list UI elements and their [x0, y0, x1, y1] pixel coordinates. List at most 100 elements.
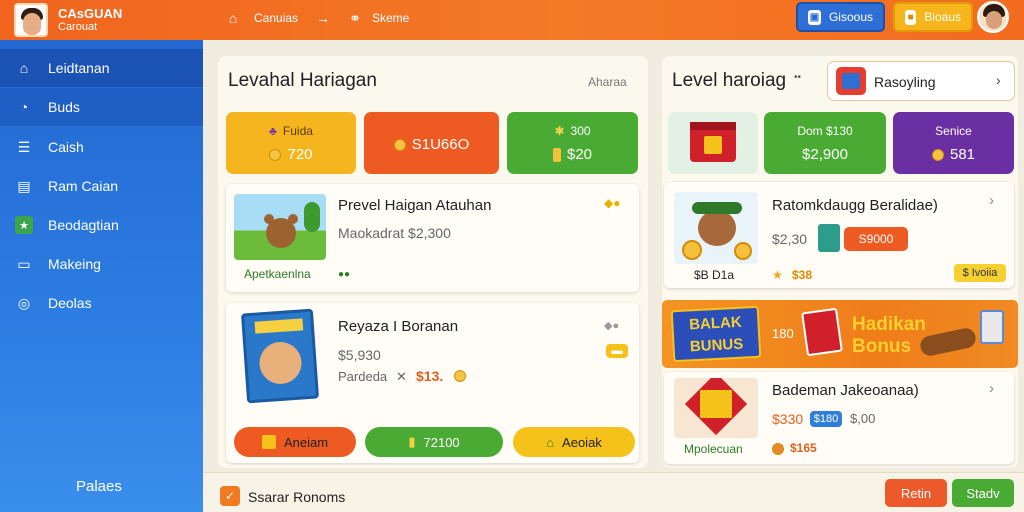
stat-value: $2,900 — [802, 146, 848, 163]
dots-icon: ●● — [338, 269, 351, 280]
dropdown-value: Rasoyling — [874, 74, 936, 90]
gift-box-icon — [836, 67, 866, 95]
retin-button[interactable]: Retin — [885, 479, 947, 507]
key-icon[interactable]: ◆● — [604, 196, 620, 210]
badge-icon: ★ — [15, 216, 33, 234]
compass-icon: ◔ — [19, 99, 29, 115]
check-icon: ✓ — [220, 486, 240, 506]
user-avatar[interactable] — [977, 1, 1009, 33]
stat-value: 581 — [949, 146, 976, 163]
btn-label: Aneiam — [283, 434, 329, 450]
stady-button[interactable]: Stadv — [952, 479, 1014, 507]
reward-card[interactable]: Ratomkdaugg Beralidae) $2,30 S9000 $B D1… — [664, 182, 1014, 288]
bars-icon: ▮ — [408, 434, 416, 449]
close-icon: ✕ — [396, 369, 407, 384]
stat-tile-purple[interactable]: Senice 581 — [893, 112, 1014, 174]
yellow-action-button[interactable]: ■ Bioaus — [893, 2, 973, 32]
stat-tile-yellow[interactable]: ♣ Fuida 720 — [226, 112, 356, 174]
sidebar-item-label: Beodagtian — [48, 217, 119, 233]
card-price-tertiary: $38 — [792, 268, 813, 282]
chevron-right-icon[interactable]: › — [989, 192, 994, 209]
bonus-logo: BALAK BUNUS — [670, 305, 762, 363]
sidebar-item-label: Deolas — [48, 295, 92, 311]
btn-orange[interactable]: Aneiam — [234, 427, 356, 457]
sidebar: ⌂ Leidtanan ◔ Buds ☰ Caish ▤ Ram Caian ★… — [0, 40, 203, 512]
panel-title: Level haroiag — [672, 70, 787, 91]
gift-pack-icon — [801, 307, 843, 357]
sidebar-item-label: Makeing — [48, 256, 101, 272]
banner-title: Hadikan — [852, 314, 926, 335]
stat-tile-green[interactable]: Dom $130 $2,900 — [764, 112, 886, 174]
coin-icon — [269, 148, 282, 161]
btn-label: Aeoiak — [562, 434, 602, 450]
gift-icon: ■ — [905, 9, 917, 25]
card-title: Ratomkdaugg Beralidae) — [772, 197, 938, 214]
btn-yellow[interactable]: ⌂ Aeoiak — [513, 427, 635, 457]
btn-green[interactable]: ▮ 72100 — [365, 427, 503, 457]
dropdown-selector[interactable]: Rasoyling › — [827, 61, 1015, 101]
stat-value: $20 — [566, 146, 593, 163]
more-icon[interactable]: ◆● — [604, 319, 619, 332]
breadcrumb-item[interactable]: Skeme — [372, 11, 409, 25]
stat-label: 300 — [570, 124, 591, 138]
gift-tile[interactable] — [668, 112, 758, 174]
card-price: $330 — [772, 411, 804, 427]
breadcrumb-item[interactable]: Canuias — [254, 11, 298, 25]
card-price-secondary: $B D1a — [694, 268, 735, 282]
card-detail-label: Pardeda — [338, 369, 388, 384]
stat-label: Dom $130 — [797, 124, 853, 138]
home-icon[interactable]: ⌂ — [224, 9, 242, 27]
card-title: Reyaza I Boranan — [338, 318, 459, 335]
btn-label: 72100 — [423, 434, 460, 450]
sidebar-item-6[interactable]: ◎ Deolas — [0, 284, 203, 322]
sidebar-item-4[interactable]: ★ Beodagtian — [0, 206, 203, 244]
bonus-banner[interactable]: BALAK BUNUS 180 Hadikan Bonus — [662, 300, 1018, 368]
coin-icon — [931, 148, 944, 161]
stat-tile-orange[interactable]: S1U66O — [364, 112, 499, 174]
price-badge: S9000 — [844, 227, 908, 251]
product-card[interactable]: Reyaza I Boranan $5,930 Pardeda ✕ $13. ◆… — [226, 303, 639, 463]
sidebar-item-0[interactable]: ⌂ Leidtanan — [0, 49, 203, 87]
sidebar-item-3[interactable]: ▤ Ram Caian — [0, 167, 203, 205]
blue-action-label: Gisoous — [828, 10, 873, 24]
jar-icon — [818, 224, 840, 252]
stat-value: S1U66O — [411, 136, 470, 153]
box-icon: ▣ — [808, 9, 821, 25]
level-card[interactable]: Prevel Haigan Atauhan Maokadrat $2,300 A… — [226, 184, 639, 292]
coin-icon — [454, 370, 466, 382]
rocket-icon — [918, 326, 978, 358]
star-icon: ✱ — [554, 124, 565, 138]
chevron-right-icon[interactable]: › — [989, 380, 994, 397]
sidebar-footer-link[interactable]: Palaes — [76, 478, 122, 495]
brand-title: CAsGUAN — [58, 6, 123, 21]
bottom-label: Ssarar Ronoms — [248, 489, 346, 505]
stat-value: 720 — [287, 146, 313, 163]
panel-title: Levahal Hariagan — [228, 70, 377, 91]
card-detail-value: $13. — [416, 368, 444, 384]
bottom-bar: ✓ Ssarar Ronoms Retin Stadv — [203, 472, 1024, 512]
reward-card[interactable]: Bademan Jakeoanaa) $330 $180 $,00 Mpolec… — [664, 372, 1014, 464]
bottle-icon — [980, 310, 1004, 344]
sidebar-item-1[interactable]: ◔ Buds — [0, 88, 203, 126]
stat-tile-green[interactable]: ✱ 300 $20 — [507, 112, 638, 174]
card-price: Maokadrat $2,300 — [338, 225, 451, 241]
bear-coin-thumbnail — [674, 192, 758, 264]
sidebar-item-2[interactable]: ☰ Caish — [0, 128, 203, 166]
card-title: Prevel Haigan Atauhan — [338, 197, 492, 214]
status-badge: ▬ — [606, 344, 628, 358]
burst-thumbnail — [674, 378, 758, 438]
card-title: Bademan Jakeoanaa) — [772, 382, 919, 399]
blue-action-button[interactable]: ▣ Gisoous — [796, 2, 885, 32]
banner-subtitle: Bonus — [852, 336, 912, 357]
dots-icon: •• — [794, 72, 802, 83]
sidebar-item-label: Leidtanan — [48, 60, 110, 76]
card-tag: Mpolecuan — [684, 442, 743, 456]
sidebar-item-label: Caish — [48, 139, 84, 155]
brand-subtitle: Carouat — [58, 21, 98, 33]
panel-link[interactable]: Aharaa — [588, 75, 627, 89]
chart-icon: ▤ — [17, 177, 31, 194]
calendar-icon — [261, 435, 276, 449]
sidebar-item-5[interactable]: ▭ Makeing — [0, 245, 203, 283]
sidebar-item-label: Ram Caian — [48, 178, 119, 194]
card-price: $5,930 — [338, 347, 381, 363]
